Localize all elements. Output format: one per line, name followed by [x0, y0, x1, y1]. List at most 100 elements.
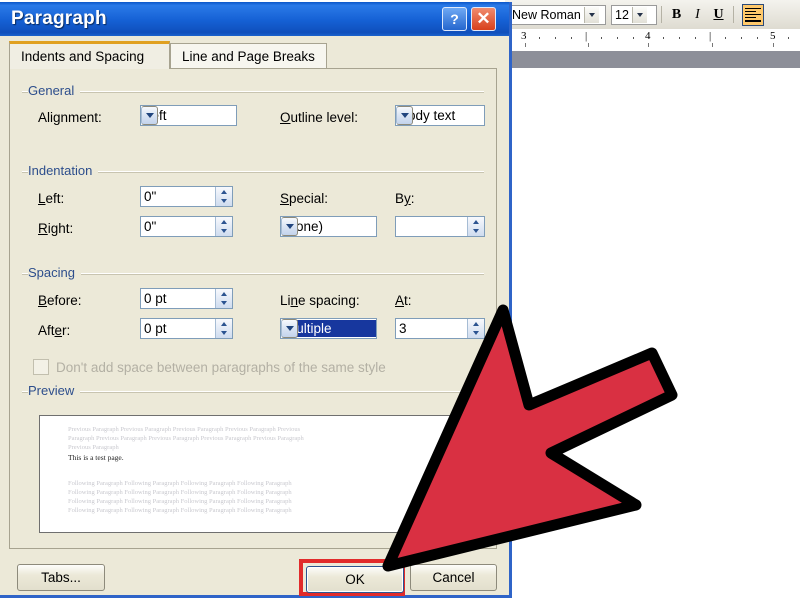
indent-right-value: 0": [144, 219, 157, 234]
underline-button[interactable]: U: [708, 4, 729, 25]
group-spacing-title: Spacing: [28, 265, 81, 280]
spacing-after-value: 0 pt: [144, 321, 167, 336]
indent-left-label: Left:: [38, 191, 65, 206]
chevron-down-icon[interactable]: [631, 6, 647, 23]
indent-right-label: Right:: [38, 221, 74, 236]
stepper-buttons[interactable]: [467, 217, 484, 236]
preview-following-line: Following Paragraph Following Paragraph …: [68, 480, 292, 487]
preview-following-line: Following Paragraph Following Paragraph …: [68, 507, 292, 514]
ruler-mark-3: 3: [521, 30, 527, 42]
paragraph-dialog: Paragraph ? ✕ Indents and Spacing Line a…: [0, 2, 512, 598]
stepper-down-icon: [468, 329, 484, 339]
tabs-button[interactable]: Tabs...: [17, 564, 105, 591]
stepper-buttons[interactable]: [215, 319, 232, 338]
ruler-mark-4: 4: [645, 30, 651, 42]
close-icon[interactable]: ✕: [471, 7, 496, 31]
close-glyph: ✕: [476, 9, 491, 28]
indent-left-stepper[interactable]: 0": [140, 186, 233, 207]
toolbar-divider: [733, 6, 734, 23]
chevron-down-icon[interactable]: [583, 6, 599, 23]
stepper-buttons[interactable]: [215, 187, 232, 206]
stepper-down-icon: [216, 197, 232, 207]
stepper-down-icon: [468, 227, 484, 237]
indent-left-value: 0": [144, 189, 157, 204]
group-indentation-title: Indentation: [28, 163, 99, 178]
outline-level-select[interactable]: Body text: [395, 105, 485, 126]
chevron-down-icon[interactable]: [281, 319, 298, 338]
stepper-up-icon: [468, 319, 484, 329]
at-label: At:: [395, 293, 412, 308]
chevron-down-icon[interactable]: [281, 217, 298, 236]
stepper-buttons[interactable]: [215, 289, 232, 308]
chevron-down-icon[interactable]: [141, 106, 158, 125]
stepper-up-icon: [216, 319, 232, 329]
document-page[interactable]: [512, 68, 800, 600]
toolbar-divider: [661, 6, 662, 23]
group-indentation: Indentation Left: 0" Right: 0" Special: …: [22, 163, 485, 249]
group-preview-title: Preview: [28, 383, 81, 398]
cancel-button[interactable]: Cancel: [410, 564, 497, 591]
dialog-tab-strip: Indents and Spacing Line and Page Breaks: [9, 41, 509, 69]
stepper-up-icon: [216, 289, 232, 299]
spacing-before-value: 0 pt: [144, 291, 167, 306]
ok-button-highlight: OK: [299, 559, 405, 596]
preview-previous-line: Paragraph Previous Paragraph Previous Pa…: [68, 435, 304, 442]
at-stepper[interactable]: 3: [395, 318, 485, 339]
preview-previous-line: Previous Paragraph Previous Paragraph Pr…: [68, 426, 301, 433]
group-general-title: General: [28, 83, 81, 98]
special-label: Special:: [280, 191, 329, 206]
no-space-same-style-checkbox-row[interactable]: Don't add space between paragraphs of th…: [33, 359, 386, 375]
by-label: By:: [395, 191, 415, 206]
italic-button[interactable]: I: [687, 4, 708, 25]
outline-level-label: OOutline level:utline level:: [280, 110, 359, 125]
tab-label: Indents and Spacing: [21, 49, 145, 64]
font-name-combo[interactable]: New Roman: [508, 4, 606, 25]
ruler-margin-band: [505, 51, 800, 69]
stepper-down-icon: [216, 227, 232, 237]
stepper-up-icon: [216, 187, 232, 197]
spacing-after-stepper[interactable]: 0 pt: [140, 318, 233, 339]
alignment-select[interactable]: Left: [140, 105, 237, 126]
chevron-down-icon[interactable]: [396, 106, 413, 125]
font-name-value: New Roman: [512, 7, 581, 22]
stepper-down-icon: [216, 329, 232, 339]
line-spacing-select[interactable]: Multiple: [280, 318, 377, 339]
tab-line-and-page-breaks[interactable]: Line and Page Breaks: [170, 43, 327, 69]
alignment-label: Alignment:: [38, 110, 102, 125]
paragraph-preview: Previous Paragraph Previous Paragraph Pr…: [39, 415, 486, 533]
at-value: 3: [399, 321, 407, 336]
stepper-buttons[interactable]: [467, 319, 484, 338]
preview-previous-line: Previous Paragraph: [68, 444, 119, 451]
tab-label: Line and Page Breaks: [182, 49, 315, 64]
horizontal-ruler[interactable]: 3 | 4 | 5: [505, 29, 800, 52]
stepper-down-icon: [216, 299, 232, 309]
special-select[interactable]: (none): [280, 216, 377, 237]
indent-right-stepper[interactable]: 0": [140, 216, 233, 237]
align-left-icon[interactable]: [742, 3, 764, 26]
checkbox-icon[interactable]: [33, 359, 49, 375]
ruler-mark-mid1: |: [585, 30, 588, 42]
tab-indents-and-spacing[interactable]: Indents and Spacing: [9, 41, 170, 69]
stepper-up-icon: [468, 217, 484, 227]
by-stepper[interactable]: [395, 216, 485, 237]
font-size-value: 12: [615, 7, 629, 22]
font-size-combo[interactable]: 12: [611, 4, 657, 25]
no-space-same-style-label: Don't add space between paragraphs of th…: [56, 359, 386, 375]
help-button[interactable]: ?: [442, 7, 467, 31]
bold-button[interactable]: B: [666, 4, 687, 25]
dialog-title-bar[interactable]: Paragraph ? ✕: [0, 2, 509, 36]
stepper-up-icon: [216, 217, 232, 227]
ok-button[interactable]: OK: [306, 566, 404, 593]
group-preview: Preview Previous Paragraph Previous Para…: [22, 383, 486, 539]
preview-following-line: Following Paragraph Following Paragraph …: [68, 498, 292, 505]
spacing-before-stepper[interactable]: 0 pt: [140, 288, 233, 309]
ruler-mark-5: 5: [770, 30, 776, 42]
line-spacing-label: Line spacing:: [280, 293, 360, 308]
ruler-mark-mid2: |: [709, 30, 712, 42]
formatting-toolbar: New Roman 12 B I U: [505, 0, 800, 30]
group-general: General Alignment: Left OOutline level:u…: [22, 83, 485, 147]
spacing-after-label: After:: [38, 323, 71, 338]
tab-panel-indents-and-spacing: General Alignment: Left OOutline level:u…: [9, 68, 497, 549]
preview-current-line: This is a test page.: [68, 453, 124, 462]
stepper-buttons[interactable]: [215, 217, 232, 236]
